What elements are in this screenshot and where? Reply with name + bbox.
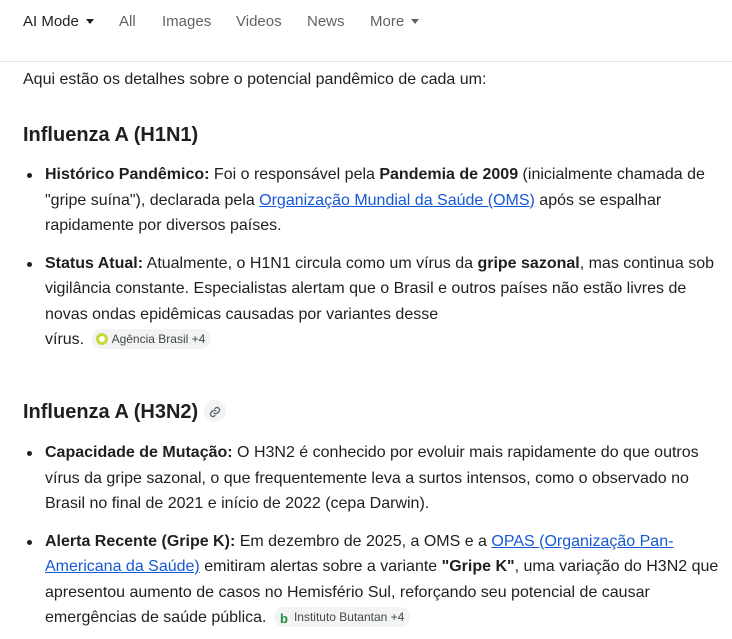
tab-images[interactable]: Images bbox=[162, 13, 211, 30]
item-label: Status Atual: bbox=[45, 254, 144, 272]
section-title-text: Influenza A (H3N2) bbox=[23, 401, 199, 423]
item-label: Histórico Pandêmico: bbox=[45, 166, 210, 183]
item-text: vírus. bbox=[45, 331, 85, 348]
tab-all[interactable]: All bbox=[119, 13, 136, 30]
agencia-brasil-logo-icon bbox=[95, 333, 108, 345]
list-item: Alerta Recente (Gripe K): Em dezembro de… bbox=[23, 529, 723, 631]
item-bold: Pandemia de 2009 bbox=[379, 166, 519, 183]
tab-news[interactable]: News bbox=[307, 13, 345, 30]
item-label: Capacidade de Mutação: bbox=[45, 444, 233, 461]
tab-label: AI Mode bbox=[23, 13, 79, 30]
item-bold: "Gripe K" bbox=[441, 558, 515, 575]
item-text: emitiram alertas sobre a variante bbox=[199, 558, 442, 575]
intro-text: Aqui estão os detalhes sobre o potencial… bbox=[23, 71, 487, 88]
section-title-h1n1: Influenza A (H1N1) bbox=[23, 124, 199, 146]
top-navigation-bar: AI Mode All Images Videos News More bbox=[0, 0, 732, 62]
item-text: Atualmente, o H1N1 circula como um vírus… bbox=[143, 254, 478, 272]
section-title-h3n2: Influenza A (H3N2) bbox=[23, 400, 227, 424]
item-bold: gripe sazonal bbox=[477, 254, 580, 272]
chevron-down-icon bbox=[411, 18, 420, 24]
list-item: Status Atual: Atualmente, o H1N1 circula… bbox=[23, 251, 723, 353]
butantan-logo-icon: b bbox=[279, 611, 288, 626]
source-chip-agencia-brasil[interactable]: Agência Brasil +4 bbox=[91, 329, 212, 349]
item-label: Alerta Recente (Gripe K): bbox=[45, 532, 236, 550]
tab-more[interactable]: More bbox=[370, 13, 420, 30]
item-text: Em dezembro de 2025, a OMS e a bbox=[235, 532, 492, 550]
tab-videos[interactable]: Videos bbox=[236, 13, 282, 30]
tab-ai-mode[interactable]: AI Mode bbox=[23, 13, 94, 30]
chevron-down-icon bbox=[85, 18, 94, 24]
tab-label: More bbox=[370, 13, 405, 30]
source-chip-instituto-butantan[interactable]: b Instituto Butantan +4 bbox=[273, 607, 411, 627]
ai-answer-content: Aqui estão os detalhes sobre o potencial… bbox=[23, 70, 723, 627]
chip-label: Instituto Butantan +4 bbox=[293, 610, 405, 624]
chip-label: Agência Brasil +4 bbox=[111, 332, 206, 346]
list-item: Histórico Pandêmico: Foi o responsável p… bbox=[23, 162, 723, 239]
oms-link[interactable]: Organização Mundial da Saúde (OMS) bbox=[259, 192, 535, 209]
item-text: Foi o responsável pela bbox=[209, 166, 380, 183]
h1n1-list: Histórico Pandêmico: Foi o responsável p… bbox=[23, 162, 723, 353]
list-item: Capacidade de Mutação: O H3N2 é conhecid… bbox=[23, 440, 723, 517]
h3n2-list: Capacidade de Mutação: O H3N2 é conhecid… bbox=[23, 440, 723, 631]
link-icon[interactable] bbox=[204, 400, 227, 422]
